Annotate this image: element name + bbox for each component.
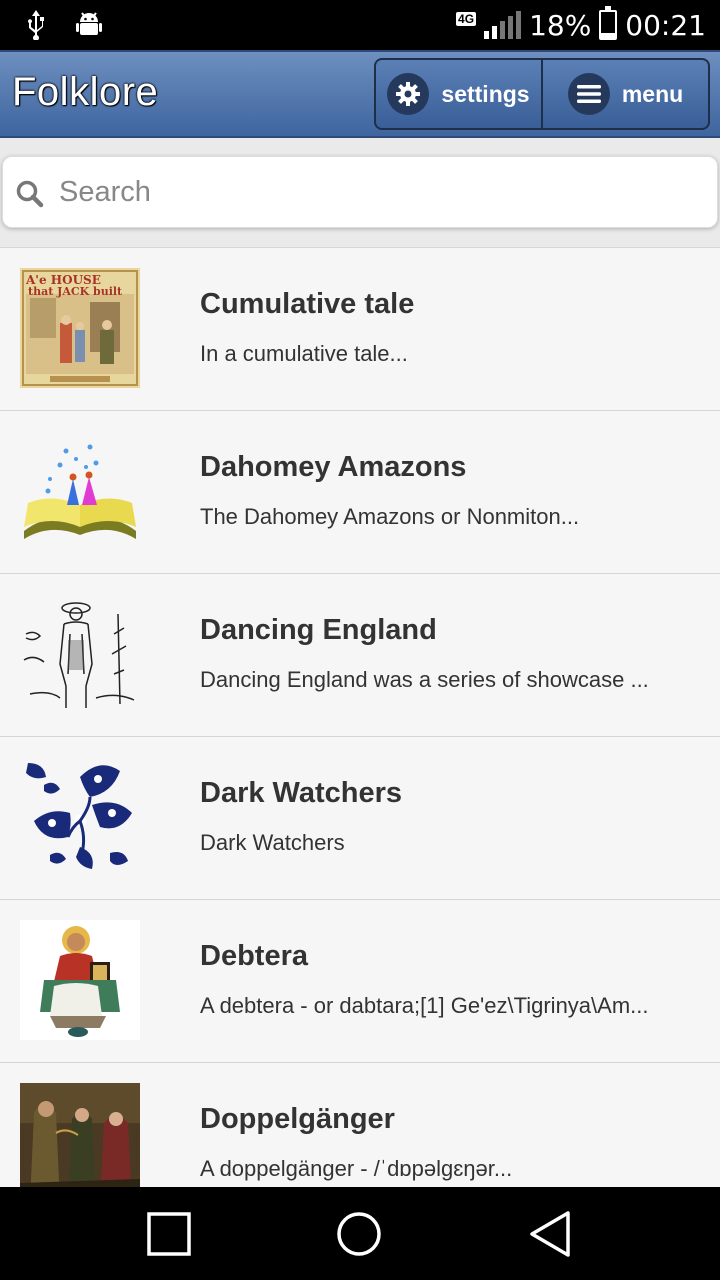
folklore-list: A'e HOUSE that JACK built Cumulative tal…: [0, 248, 720, 1226]
entry-title: Dahomey Amazons: [200, 451, 467, 483]
app-header: Folklore settings menu: [0, 50, 720, 138]
open-book-thumbnail: [24, 444, 136, 539]
clock: 00:21: [625, 8, 706, 42]
entry-title: Debtera: [200, 940, 308, 972]
menu-label: menu: [621, 80, 684, 107]
entry-description: Dancing England was a series of showcase…: [200, 667, 649, 692]
menu-button[interactable]: menu: [541, 60, 708, 128]
home-button[interactable]: [334, 1209, 384, 1259]
search-icon: [16, 180, 44, 208]
book-cover-thumbnail: A'e HOUSE that JACK built: [20, 268, 140, 388]
icon-painting-thumbnail: [20, 920, 140, 1040]
list-item[interactable]: Dancing England Dancing England was a se…: [0, 574, 720, 737]
painting-thumbnail: [20, 1083, 140, 1203]
search-input[interactable]: [59, 167, 699, 217]
network-type: 4G: [456, 12, 477, 26]
hamburger-icon: [567, 73, 610, 115]
system-nav-bar: [0, 1187, 720, 1280]
entry-description: Dark Watchers: [200, 830, 345, 855]
entry-title: Doppelgänger: [200, 1103, 395, 1135]
header-button-group: settings menu: [374, 58, 710, 130]
settings-label: settings: [441, 80, 530, 107]
status-bar: 4G 18% 00:21: [0, 0, 720, 50]
battery-percent: 18%: [529, 8, 592, 42]
svg-text:that JACK built: that JACK built: [28, 285, 123, 298]
list-item[interactable]: Dahomey Amazons The Dahomey Amazons or N…: [0, 411, 720, 574]
battery-icon: [599, 6, 618, 40]
entry-description: A doppelgänger - /ˈdɒpəlɡɛŋər...: [200, 1156, 513, 1181]
entry-title: Dancing England: [200, 614, 437, 646]
list-item[interactable]: A'e HOUSE that JACK built Cumulative tal…: [0, 248, 720, 411]
gear-icon: [387, 73, 430, 115]
search-bar: [0, 138, 720, 248]
recent-apps-button[interactable]: [144, 1209, 194, 1259]
list-item[interactable]: Dark Watchers Dark Watchers: [0, 737, 720, 900]
entry-description: The Dahomey Amazons or Nonmiton...: [200, 504, 580, 529]
android-icon: [76, 12, 102, 35]
floral-ornament-thumbnail: [26, 763, 132, 869]
entry-title: Cumulative tale: [200, 288, 415, 320]
entry-title: Dark Watchers: [200, 777, 403, 809]
search-box: [2, 156, 718, 228]
entry-description: A debtera - or dabtara;[1] Ge'ez\Tigriny…: [200, 993, 649, 1018]
list-item[interactable]: Debtera A debtera - or dabtara;[1] Ge'ez…: [0, 900, 720, 1063]
settings-button[interactable]: settings: [376, 60, 541, 128]
page-title: Folklore: [12, 70, 159, 114]
back-button[interactable]: [524, 1209, 574, 1259]
usb-icon: [28, 10, 44, 40]
sketch-thumbnail: [20, 594, 140, 714]
entry-description: In a cumulative tale...: [200, 341, 408, 366]
signal-icon: [484, 11, 522, 39]
